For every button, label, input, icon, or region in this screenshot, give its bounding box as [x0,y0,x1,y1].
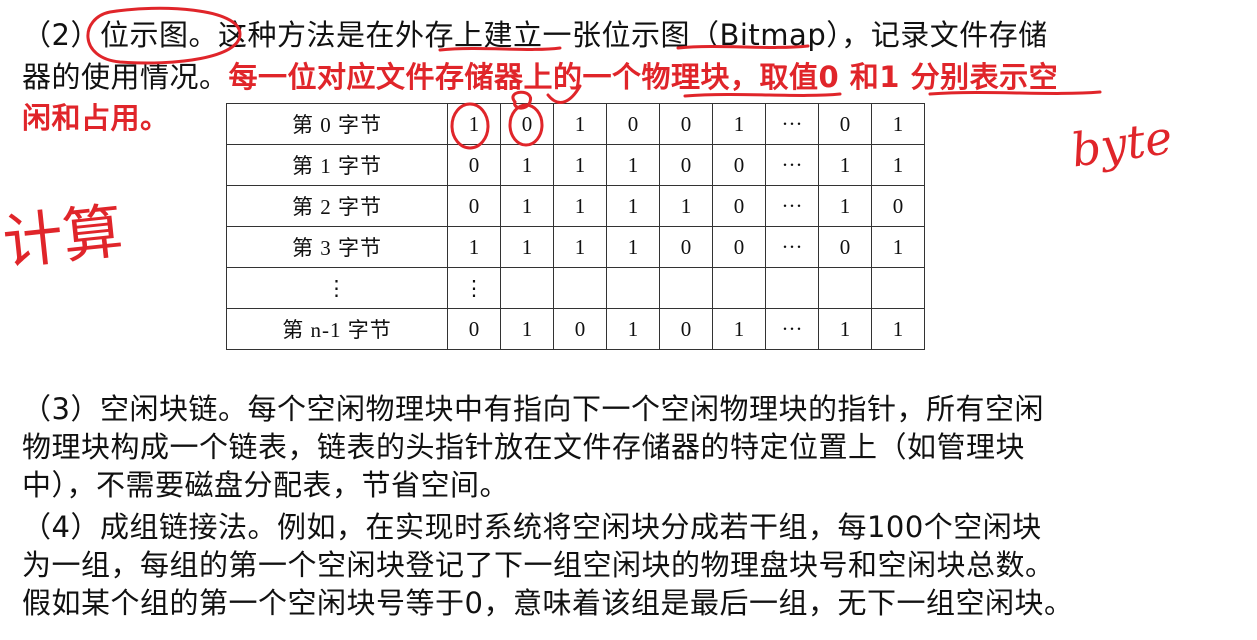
bitmap-row-label: 第 n-1 字节 [226,308,448,350]
bitmap-table: 第 0 字节 1 0 1 0 0 1 ··· 0 1 第 1 字节 0 1 1 1 0 0 ··· 1 1 第 2 字节… [226,103,925,350]
bitmap-cell [553,267,607,309]
bitmap-cell: 1 [606,144,660,186]
bitmap-cell: 0 [712,226,766,268]
para3-line1: （3）空闲块链。每个空闲物理块中有指向下一个空闲物理块的指针，所有空闲 [22,392,1044,426]
bitmap-cell: 0 [606,103,660,145]
para4-line2: 为一组，每组的第一个空闲块登记了下一组空闲块的物理盘块号和空闲块总数。 [22,548,1055,582]
bitmap-cell: 1 [818,185,872,227]
para2-line2: 器的使用情况。每一位对应文件存储器上的一个物理块，取值0 和1 分别表示空 [22,58,1058,96]
bitmap-cell: 0 [818,103,872,145]
bitmap-cell: 1 [606,185,660,227]
bitmap-cell: ··· [765,226,819,268]
bitmap-row-label: 第 2 字节 [226,185,448,227]
bitmap-cell: 1 [500,185,554,227]
bitmap-cell: 0 [447,144,501,186]
bitmap-cell: 1 [553,144,607,186]
bitmap-cell: 1 [447,103,501,145]
bitmap-cell: 1 [712,308,766,350]
bitmap-cell: 1 [712,103,766,145]
bitmap-cell [765,267,819,309]
para3-line3: 中），不需要磁盘分配表，节省空间。 [22,468,510,502]
bitmap-cell: 0 [447,185,501,227]
bitmap-cell: 1 [447,226,501,268]
bitmap-cell: 1 [818,144,872,186]
bitmap-cell: 1 [871,308,925,350]
bitmap-term: 位示图 [99,18,189,52]
bitmap-cell: 0 [500,103,554,145]
bitmap-cell: 1 [606,226,660,268]
bitmap-cell [712,267,766,309]
bitmap-cell: 0 [659,103,713,145]
bitmap-cell: 0 [871,185,925,227]
bitmap-cell [500,267,554,309]
bitmap-row: 第 0 字节 1 0 1 0 0 1 ··· 0 1 [226,103,925,145]
para2-highlight: 每一位对应文件存储器上的一个物理块，取值0 和1 分别表示空 [228,60,1059,94]
bitmap-cell: 0 [818,226,872,268]
bitmap-cell: ··· [765,308,819,350]
bitmap-row-label: 第 0 字节 [226,103,448,145]
bitmap-cell: 1 [818,308,872,350]
bitmap-cell [606,267,660,309]
bitmap-cell [659,267,713,309]
bitmap-row: 第 1 字节 0 1 1 1 0 0 ··· 1 1 [226,144,925,186]
bitmap-row: 第 3 字节 1 1 1 1 0 0 ··· 0 1 [226,226,925,268]
bitmap-cell: 1 [553,185,607,227]
bitmap-cell: ⋮ [447,267,501,309]
para4-line1: （4）成组链接法。例如，在实现时系统将空闲块分成若干组，每100个空闲块 [22,510,1042,544]
para2-text-cont: 器的使用情况。 [22,60,229,94]
bitmap-cell: 0 [447,308,501,350]
left-handwriting: 计算 [0,197,126,279]
bitmap-cell: 1 [553,226,607,268]
bitmap-cell: 0 [659,226,713,268]
bitmap-cell: 0 [712,185,766,227]
bitmap-row-label: ⋮ [226,267,448,309]
bitmap-cell: 1 [871,103,925,145]
para4-line3: 假如某个组的第一个空闲块号等于0，意味着该组是最后一组，无下一组空闲块。 [22,586,1074,620]
bitmap-cell: 1 [606,308,660,350]
bitmap-cell: 1 [500,308,554,350]
bitmap-cell: 1 [871,226,925,268]
bitmap-cell: 0 [659,144,713,186]
bitmap-cell: 1 [871,144,925,186]
bitmap-cell: 1 [500,144,554,186]
bitmap-cell: 1 [553,103,607,145]
para2-line3: 闲和占用。 [22,101,170,135]
bitmap-cell: ··· [765,103,819,145]
bitmap-cell: ··· [765,144,819,186]
bitmap-row-label: 第 3 字节 [226,226,448,268]
para2-number: （2） [22,18,100,52]
bitmap-row-label: 第 1 字节 [226,144,448,186]
bitmap-cell: 0 [659,308,713,350]
bitmap-row: ⋮ ⋮ [226,267,925,309]
bitmap-row: 第 n-1 字节 0 1 0 1 0 1 ··· 1 1 [226,308,925,350]
bitmap-cell: ··· [765,185,819,227]
para3-line2: 物理块构成一个链表，链表的头指针放在文件存储器的特定位置上（如管理块 [22,430,1026,464]
bitmap-cell: 1 [500,226,554,268]
right-handwriting: byte [1068,110,1176,178]
bitmap-cell: 1 [659,185,713,227]
bitmap-row: 第 2 字节 0 1 1 1 1 0 ··· 1 0 [226,185,925,227]
bitmap-cell [871,267,925,309]
bitmap-cell [818,267,872,309]
para2-line1: （2）位示图。这种方法是在外存上建立一张位示图（Bitmap），记录文件存储 [22,16,1048,54]
para2-text: 。这种方法是在外存上建立一张位示图（Bitmap），记录文件存储 [188,18,1048,52]
bitmap-cell: 0 [712,144,766,186]
bitmap-cell: 0 [553,308,607,350]
